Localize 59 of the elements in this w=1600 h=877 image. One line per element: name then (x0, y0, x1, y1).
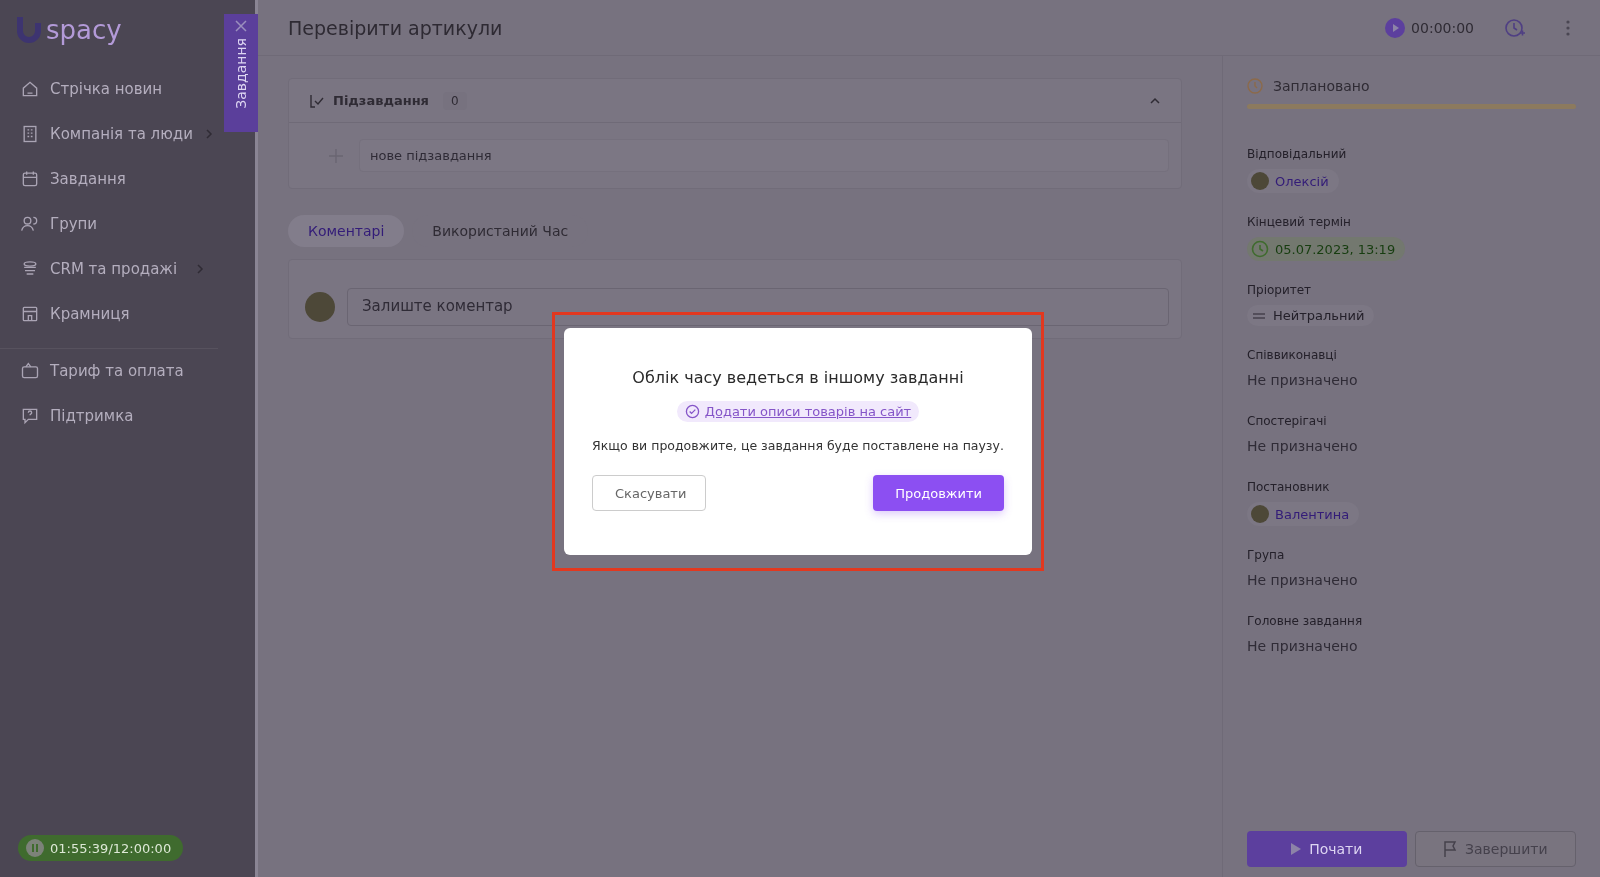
nav-item[interactable]: Стрічка новин (0, 66, 218, 111)
priority-chip[interactable]: Нейтральний (1247, 305, 1375, 326)
more-icon[interactable] (1566, 19, 1570, 36)
clock-icon (1247, 78, 1263, 94)
wallet-icon (20, 361, 40, 381)
close-icon (235, 20, 247, 32)
chevron-right-icon (194, 262, 206, 275)
continue-button[interactable]: Продовжити (873, 475, 1004, 511)
work-timer[interactable]: 01:55:39/12:00:00 (18, 835, 184, 861)
field-label: Пріоритет (1247, 283, 1313, 297)
flag-icon (1443, 841, 1457, 857)
logo-text: spacy (46, 15, 122, 45)
nav-item[interactable]: Завдання (0, 156, 218, 201)
nav-item[interactable]: Групи (0, 201, 218, 246)
check-circle-icon (684, 404, 700, 419)
field-label: Відповідальний (1247, 147, 1348, 161)
field-label: Головне завдання (1247, 614, 1364, 628)
subtasks-count: 0 (443, 91, 467, 110)
unassigned-text: Не призначено (1247, 372, 1359, 388)
field-label: Кінцевий термін (1247, 215, 1352, 229)
comment-field[interactable]: Залиште коментар (347, 288, 1169, 326)
nav-item[interactable]: Підтримка (0, 393, 218, 438)
field-label: Спостерігачі (1247, 414, 1328, 428)
dialog-title: Облік часу ведеться в іншому завданні (632, 368, 964, 387)
task-link[interactable]: Додати описи товарів на сайт (676, 401, 920, 422)
unassigned-text: Не призначено (1247, 572, 1359, 588)
tasks-side-tab[interactable]: Завдання (224, 14, 258, 132)
nav-item[interactable]: Крамниця (0, 291, 218, 336)
task-timer[interactable]: 00:00:00 (1385, 17, 1474, 38)
clock-add-icon[interactable] (1504, 16, 1526, 39)
deadline-chip[interactable]: 05.07.2023, 13:19 (1247, 237, 1406, 261)
play-icon (1291, 843, 1302, 855)
nav-item[interactable]: Компанія та люди (0, 111, 218, 156)
subtasks-icon (309, 92, 325, 109)
person-chip[interactable]: Валентина (1247, 502, 1360, 526)
unassigned-text: Не призначено (1247, 438, 1359, 454)
logo-icon (16, 15, 44, 45)
user-avatar (305, 292, 335, 322)
avatar-icon (1251, 172, 1269, 190)
nav-item[interactable]: CRM та продажі (0, 246, 218, 291)
avatar-icon (1251, 505, 1269, 523)
cancel-button[interactable]: Скасувати (592, 475, 706, 511)
status-label: Заплановано (1273, 78, 1370, 94)
dialog-message: Якщо ви продовжите, це завдання буде поставлене на паузу. (592, 438, 1004, 453)
task-title: Перевірити артикули (288, 16, 504, 39)
start-button[interactable]: Почати (1247, 831, 1407, 867)
tab[interactable]: Коментарі (288, 215, 405, 247)
unassigned-text: Не призначено (1247, 638, 1359, 654)
field-label: Співвиконавці (1247, 348, 1338, 362)
person-chip[interactable]: Олексій (1247, 169, 1339, 193)
clock-icon (1251, 240, 1269, 258)
subtasks-label: Підзавдання (333, 93, 429, 108)
equals-icon (1251, 310, 1267, 321)
pause-icon (26, 839, 44, 857)
field-label: Постановник (1247, 480, 1331, 494)
play-icon (1385, 17, 1406, 38)
field-label: Група (1247, 548, 1286, 562)
nav-item[interactable]: Тариф та оплата (0, 348, 218, 393)
new-subtask-field[interactable]: нове підзавдання (359, 139, 1169, 172)
